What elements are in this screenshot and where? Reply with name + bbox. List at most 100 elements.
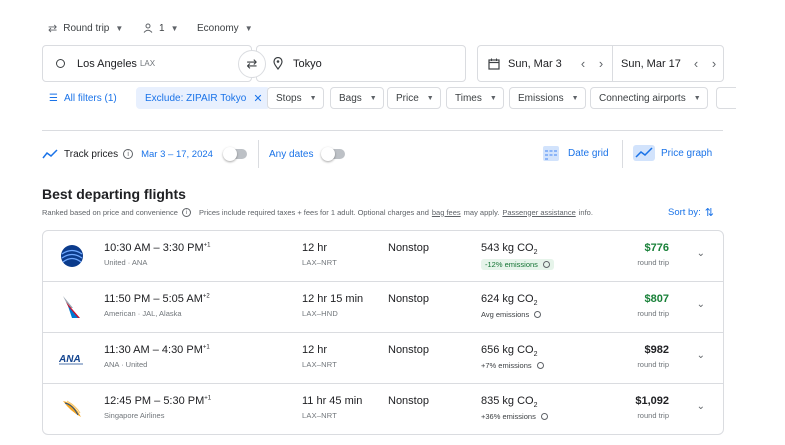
- info-icon[interactable]: [540, 413, 548, 420]
- airline-names: ANA · United: [104, 360, 148, 369]
- date-grid-icon: [543, 146, 559, 161]
- trip-type-select[interactable]: ⇄ Round trip ▼: [48, 18, 123, 38]
- all-filters-button[interactable]: ☰ All filters (1): [42, 87, 124, 109]
- date-grid-label: Date grid: [568, 147, 609, 159]
- dates-field: Sun, Mar 3 ‹ › Sun, Mar 17 ‹ ›: [477, 45, 724, 82]
- chevron-right-icon[interactable]: ›: [594, 56, 608, 71]
- flight-stops: Nonstop: [388, 293, 429, 305]
- ana-logo-icon: ANA: [59, 345, 85, 371]
- return-date-field[interactable]: Sun, Mar 17 ‹ ›: [613, 46, 723, 81]
- expand-chevron-icon[interactable]: ⌄: [697, 350, 705, 361]
- singapore-logo-icon: [59, 396, 85, 422]
- more-filters-chip[interactable]: [716, 87, 736, 109]
- emissions-label: +36% emissions: [481, 412, 536, 421]
- emissions-label: +7% emissions: [481, 361, 532, 370]
- passengers-select[interactable]: 1 ▼: [143, 18, 178, 38]
- sort-by-button[interactable]: Sort by: ⇅: [668, 205, 714, 219]
- flight-route: LAX–NRT: [302, 411, 338, 420]
- chevron-right-icon[interactable]: ›: [707, 56, 721, 71]
- trending-line-icon: [42, 149, 58, 159]
- track-prices-label: Track prices: [64, 148, 119, 160]
- emissions-badge: Avg emissions: [481, 310, 542, 319]
- flight-list: 10:30 AM – 3:30 PM+1 United · ANA 12 hr …: [42, 230, 724, 435]
- passenger-assistance-link[interactable]: Passenger assistance: [502, 208, 575, 217]
- sort-icon: ⇅: [704, 206, 714, 219]
- flight-row-ana[interactable]: ANA 11:30 AM – 4:30 PM+1 ANA · United 12…: [43, 333, 723, 384]
- swap-arrows-icon: ⇄: [48, 22, 58, 35]
- depart-date: Sun, Mar 3: [508, 57, 562, 70]
- info-icon[interactable]: [536, 362, 544, 369]
- info-icon[interactable]: [534, 311, 542, 318]
- caret-down-icon: ▼: [170, 23, 179, 33]
- location-pin-icon: [273, 57, 283, 70]
- expand-chevron-icon[interactable]: ⌄: [697, 299, 705, 310]
- any-dates-toggle[interactable]: [321, 147, 346, 161]
- caret-down-icon: ▼: [571, 94, 579, 102]
- caret-down-icon: ▼: [244, 23, 253, 33]
- bag-fees-link[interactable]: bag fees: [432, 208, 461, 217]
- flight-row-united[interactable]: 10:30 AM – 3:30 PM+1 United · ANA 12 hr …: [43, 231, 723, 282]
- emissions-label: Emissions: [518, 92, 564, 104]
- emissions-filter[interactable]: Emissions ▼: [509, 87, 586, 109]
- co2-subscript: 2: [533, 351, 538, 359]
- swap-locations-button[interactable]: ⇄: [238, 50, 266, 78]
- return-date: Sun, Mar 17: [621, 57, 681, 70]
- flight-row-american[interactable]: 11:50 PM – 5:05 AM+2 American · JAL, Ala…: [43, 282, 723, 333]
- expand-chevron-icon[interactable]: ⌄: [697, 248, 705, 259]
- cabin-label: Economy: [197, 22, 239, 34]
- caret-down-icon: ▼: [693, 94, 701, 102]
- track-prices-toggle[interactable]: [222, 147, 247, 161]
- co2-value: 624 kg CO: [481, 293, 534, 305]
- times-label: Times: [455, 92, 482, 104]
- times-filter[interactable]: Times ▼: [446, 87, 504, 109]
- flight-times: 10:30 AM – 3:30 PM+1: [104, 242, 211, 254]
- american-logo-icon: [59, 294, 85, 320]
- flight-times: 11:30 AM – 4:30 PM+1: [104, 344, 210, 356]
- info-text: info.: [578, 207, 593, 217]
- destination-field[interactable]: Tokyo: [256, 45, 466, 82]
- co2-value: 656 kg CO: [481, 344, 534, 356]
- united-logo-icon: [59, 243, 85, 269]
- depart-date-field[interactable]: Sun, Mar 3 ‹ ›: [478, 46, 613, 81]
- origin-field[interactable]: Los Angeles LAX: [42, 45, 252, 82]
- stops-filter[interactable]: Stops ▼: [267, 87, 324, 109]
- passengers-count: 1: [159, 22, 165, 34]
- flight-route: LAX–HND: [302, 309, 338, 318]
- divider: [42, 130, 723, 131]
- flight-times: 11:50 PM – 5:05 AM+2: [104, 293, 210, 305]
- cabin-select[interactable]: Economy ▼: [197, 18, 253, 38]
- chevron-left-icon[interactable]: ‹: [576, 56, 590, 71]
- flight-route: LAX–NRT: [302, 258, 338, 267]
- ranked-label: Ranked based on price and convenience: [42, 207, 178, 217]
- emissions-badge: +36% emissions: [481, 412, 548, 421]
- flight-stops: Nonstop: [388, 242, 429, 254]
- chevron-left-icon[interactable]: ‹: [689, 56, 703, 71]
- price-graph-button[interactable]: Price graph: [633, 143, 712, 163]
- connecting-airports-filter[interactable]: Connecting airports ▼: [590, 87, 708, 109]
- exclude-zipair-chip[interactable]: Exclude: ZIPAIR Tokyo ✕: [136, 87, 270, 109]
- all-filters-label: All filters (1): [63, 92, 117, 104]
- close-icon[interactable]: ✕: [253, 92, 262, 105]
- price-type: round trip: [637, 360, 669, 369]
- co2-subscript: 2: [533, 249, 538, 257]
- flight-duration: 12 hr: [302, 242, 328, 254]
- sort-by-label: Sort by:: [668, 206, 701, 218]
- info-icon[interactable]: [542, 261, 550, 268]
- date-grid-button[interactable]: Date grid: [542, 143, 609, 163]
- emissions-label: Avg emissions: [481, 310, 530, 319]
- info-icon[interactable]: i: [181, 207, 191, 217]
- price-graph-label: Price graph: [661, 147, 713, 159]
- expand-chevron-icon[interactable]: ⌄: [697, 401, 705, 412]
- info-icon[interactable]: i: [123, 149, 134, 159]
- bags-filter[interactable]: Bags ▼: [330, 87, 384, 109]
- time-range: 11:30 AM – 4:30 PM: [104, 344, 203, 356]
- price-label: Price: [396, 92, 419, 104]
- caret-down-icon: ▼: [426, 94, 434, 102]
- filter-sliders-icon: ☰: [49, 92, 58, 104]
- flight-row-singapore[interactable]: 12:45 PM – 5:30 PM+1 Singapore Airlines …: [43, 384, 723, 434]
- price-filter[interactable]: Price ▼: [387, 87, 441, 109]
- flight-price: $1,092: [635, 395, 669, 407]
- price-type: round trip: [637, 309, 669, 318]
- emissions-label: -12% emissions: [485, 260, 538, 269]
- price-type: round trip: [637, 411, 669, 420]
